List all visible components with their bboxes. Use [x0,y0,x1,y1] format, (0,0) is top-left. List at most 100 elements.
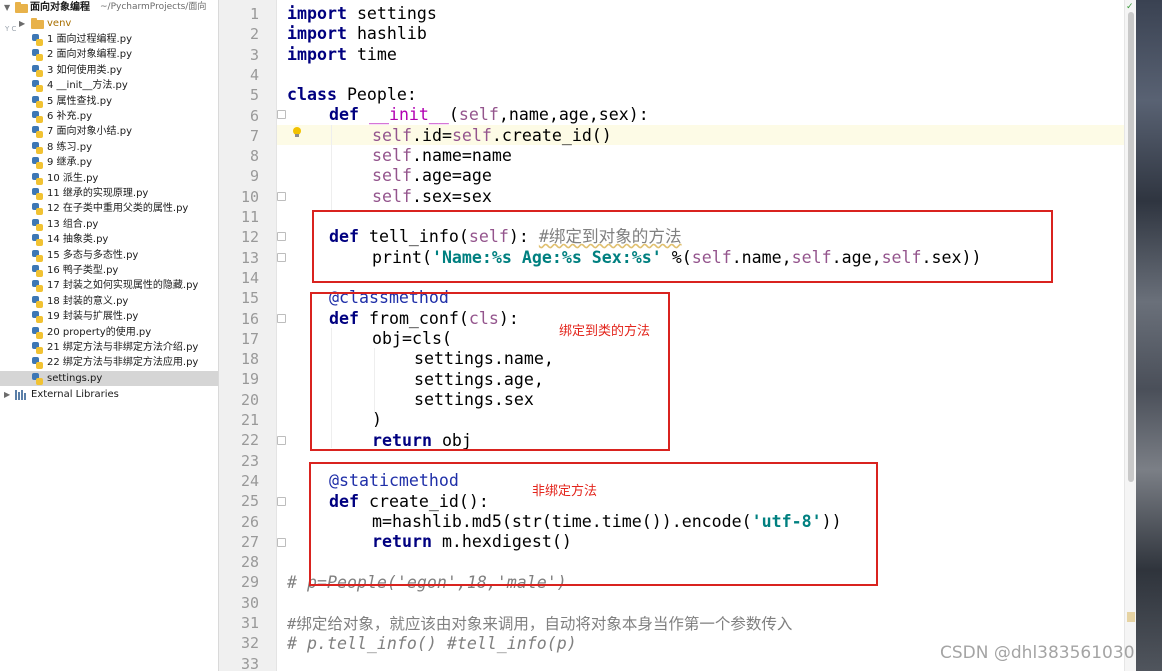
tree-item-file[interactable]: 3 如何使用类.py [0,63,218,78]
line-number: 21 [240,411,259,429]
tree-item-label: 18 封装的意义.py [47,295,129,307]
python-file-icon [32,64,43,77]
fold-marker-icon[interactable] [277,192,286,201]
library-icon [15,390,27,400]
tree-item-file[interactable]: 19 封装与扩展性.py [0,309,218,324]
tree-item-file[interactable]: 18 封装的意义.py [0,294,218,309]
tree-item-file[interactable]: 22 绑定方法与非绑定方法应用.py [0,355,218,370]
collapse-arrow-icon[interactable]: ▶ [19,16,25,31]
fold-marker-icon[interactable] [277,110,286,119]
code-line-7[interactable]: self.id=self.create_id() [372,126,612,146]
code-line-6[interactable]: def __init__(self,name,age,sex): [329,105,649,125]
line-number: 27 [240,532,259,551]
tree-item-file[interactable]: 8 练习.py [0,140,218,155]
annotation-box-instance-method [312,210,1053,283]
code-editor[interactable]: 1 2 3 4 5 6 7 8 9 10 11 12 13 14 15 16 17 18 19 20 21 22 23 24 2… [219,0,1131,671]
tree-item-label: 2 面向对象编程.py [47,49,132,61]
python-file-icon [32,49,43,62]
line-number: 26 [240,512,259,531]
tree-item-label: 17 封装之如何实现属性的隐藏.py [47,280,199,292]
collapse-arrow-icon[interactable]: ▶ [4,387,10,402]
tree-item-file[interactable]: 5 属性查找.py [0,94,218,109]
tree-item-file[interactable]: 10 派生.py [0,171,218,186]
tree-item-file[interactable]: 21 绑定方法与非绑定方法介绍.py [0,340,218,355]
lightbulb-icon[interactable] [293,127,301,137]
python-file-icon [32,234,43,247]
tree-item-label: 11 继承的实现原理.py [47,188,149,199]
tree-item-label: 13 组合.py [47,218,99,230]
tree-item-file[interactable]: 16 鸭子类型.py [0,263,218,278]
code-line-8[interactable]: self.name=name [372,146,512,166]
tree-item-label: 15 多态与多态性.py [47,249,139,261]
code-line-9[interactable]: self.age=age [372,166,492,186]
line-number: 19 [240,370,259,389]
fold-marker-icon[interactable] [277,538,286,547]
tree-item-file[interactable]: 12 在子类中重用父类的属性.py [0,201,218,216]
line-number: 16 [240,309,259,328]
code-line-1[interactable]: import settings [287,4,437,24]
tree-item-file[interactable]: 20 property的使用.py [0,325,218,340]
project-path: ~/PycharmProjects/面向 [100,2,207,12]
python-file-icon [32,342,43,354]
line-number: 2 [249,25,259,44]
tree-item-file[interactable]: 4 __init__方法.py [0,78,218,93]
line-number: 25 [240,492,259,511]
fold-marker-icon[interactable] [277,497,286,506]
line-number: 32 [240,634,259,653]
tree-item-file[interactable]: 1 面向过程编程.py [0,32,218,47]
code-line-3[interactable]: import time [287,45,397,65]
tree-item-label: 20 property的使用.py [47,326,152,338]
fold-marker-icon[interactable] [277,253,286,262]
inspection-ok-icon: ✓ [1126,2,1134,12]
tree-item-label: 8 练习.py [47,141,92,153]
tree-item-file[interactable]: 6 补充.py [0,109,218,124]
code-line-31[interactable]: #绑定给对象，就应该由对象来调用，自动将对象本身当作第一个参数传入 [287,614,792,634]
tree-item-label: 4 __init__方法.py [47,80,128,92]
tree-item-venv[interactable]: ▶ venv [0,16,218,31]
fold-marker-icon[interactable] [277,314,286,323]
code-line-32[interactable]: # p.tell_info() #tell_info(p) [287,634,577,654]
python-file-icon [32,357,43,370]
tree-item-file[interactable]: 13 组合.py [0,217,218,232]
annotation-static-method: 非绑定方法 [532,484,598,499]
tree-item-file[interactable]: 14 抽象类.py [0,232,218,247]
tree-item-file[interactable]: 9 继承.py [0,155,218,170]
watermark: CSDN @dhl383561030 [940,643,1135,663]
scrollbar-thumb[interactable] [1128,12,1134,482]
project-name: 面向对象编程 [30,2,90,13]
tree-item-file[interactable]: 11 继承的实现原理.py [0,186,218,201]
tree-root-row[interactable]: ▼ 面向对象编程 ~/PycharmProjects/面向 [0,0,218,15]
tree-item-file[interactable]: 7 面向对象小结.py [0,124,218,139]
tree-item-file[interactable]: 2 面向对象编程.py [0,47,218,62]
tree-item-external-libraries[interactable]: ▶ External Libraries [0,387,218,402]
tree-item-label: 7 面向对象小结.py [47,126,132,138]
line-number: 28 [240,553,259,572]
tree-item-label: External Libraries [31,389,119,400]
tree-item-label: 10 派生.py [47,172,99,184]
tree-item-label: 22 绑定方法与非绑定方法应用.py [47,357,199,369]
project-tree: ▼ 面向对象编程 ~/PycharmProjects/面向 Y C ▶ venv… [0,0,219,671]
fold-marker-icon[interactable] [277,436,286,445]
line-number: 13 [240,248,259,267]
code-line-10[interactable]: self.sex=sex [372,187,492,207]
line-number: 18 [240,350,259,369]
tree-item-file[interactable]: 15 多态与多态性.py [0,248,218,263]
tree-item-label: 5 属性查找.py [47,95,112,107]
expand-arrow-icon[interactable]: ▼ [4,0,10,15]
code-line-5[interactable]: class People: [287,85,417,105]
tree-item-file[interactable]: 17 封装之如何实现属性的隐藏.py [0,278,218,293]
tree-item-label: settings.py [47,372,103,384]
tree-item-label: 19 封装与扩展性.py [47,311,139,323]
tree-item-file[interactable]: settings.py [0,370,218,386]
tree-item-label: 21 绑定方法与非绑定方法介绍.py [47,342,199,353]
line-number: 31 [240,614,259,632]
line-number: 30 [240,593,259,612]
line-number: 29 [240,573,259,592]
scrollbar-marker [1127,612,1135,622]
python-file-icon [32,157,43,170]
tree-item-label: 12 在子类中重用父类的属性.py [47,203,189,215]
fold-marker-icon[interactable] [277,232,286,241]
current-line-highlight [219,125,1131,145]
tree-item-label: 3 如何使用类.py [47,64,122,76]
code-line-2[interactable]: import hashlib [287,24,427,44]
